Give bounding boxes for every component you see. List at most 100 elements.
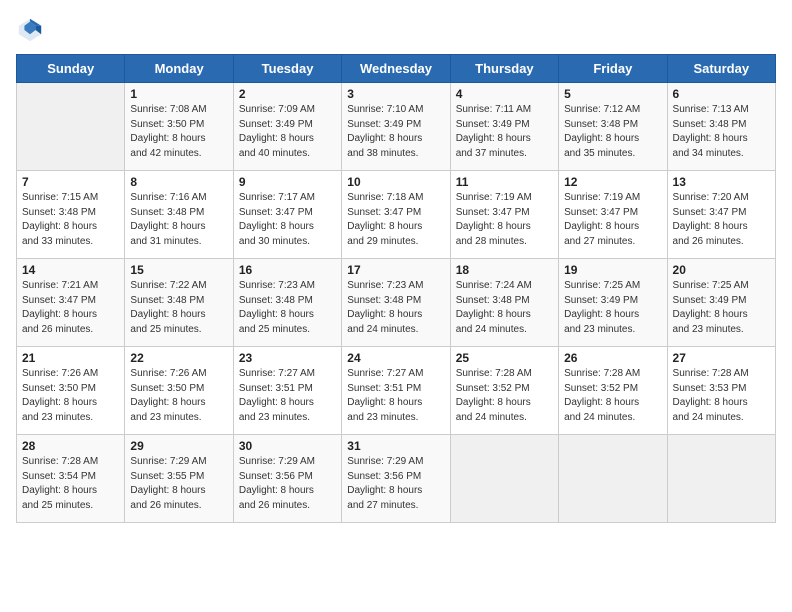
cell-content: Sunrise: 7:23 AM Sunset: 3:48 PM Dayligh… (239, 279, 336, 337)
calendar-cell: 15 Sunrise: 7:22 AM Sunset: 3:48 PM Dayli… (125, 259, 233, 347)
day-number: 15 (130, 263, 227, 277)
cell-content: Sunrise: 7:28 AM Sunset: 3:52 PM Dayligh… (456, 367, 553, 425)
day-number: 4 (456, 87, 553, 101)
day-number: 5 (564, 87, 661, 101)
cell-content: Sunrise: 7:16 AM Sunset: 3:48 PM Dayligh… (130, 191, 227, 249)
day-number: 8 (130, 175, 227, 189)
day-number: 14 (22, 263, 119, 277)
weekday-header-wednesday: Wednesday (342, 55, 450, 83)
cell-content: Sunrise: 7:15 AM Sunset: 3:48 PM Dayligh… (22, 191, 119, 249)
day-number: 3 (347, 87, 444, 101)
day-number: 9 (239, 175, 336, 189)
day-number: 31 (347, 439, 444, 453)
day-number: 30 (239, 439, 336, 453)
day-number: 20 (673, 263, 770, 277)
day-number: 28 (22, 439, 119, 453)
day-number: 21 (22, 351, 119, 365)
calendar-cell (17, 83, 125, 171)
calendar-cell: 9 Sunrise: 7:17 AM Sunset: 3:47 PM Daylig… (233, 171, 341, 259)
page-header (16, 16, 776, 44)
cell-content: Sunrise: 7:26 AM Sunset: 3:50 PM Dayligh… (22, 367, 119, 425)
day-number: 27 (673, 351, 770, 365)
cell-content: Sunrise: 7:11 AM Sunset: 3:49 PM Dayligh… (456, 103, 553, 161)
calendar-cell: 4 Sunrise: 7:11 AM Sunset: 3:49 PM Daylig… (450, 83, 558, 171)
day-number: 10 (347, 175, 444, 189)
calendar-cell (450, 435, 558, 523)
calendar-cell: 23 Sunrise: 7:27 AM Sunset: 3:51 PM Dayli… (233, 347, 341, 435)
day-number: 13 (673, 175, 770, 189)
calendar-cell: 30 Sunrise: 7:29 AM Sunset: 3:56 PM Dayli… (233, 435, 341, 523)
day-number: 7 (22, 175, 119, 189)
day-number: 25 (456, 351, 553, 365)
weekday-header-saturday: Saturday (667, 55, 775, 83)
day-number: 1 (130, 87, 227, 101)
weekday-header-tuesday: Tuesday (233, 55, 341, 83)
calendar-cell: 13 Sunrise: 7:20 AM Sunset: 3:47 PM Dayli… (667, 171, 775, 259)
cell-content: Sunrise: 7:19 AM Sunset: 3:47 PM Dayligh… (456, 191, 553, 249)
calendar-cell: 6 Sunrise: 7:13 AM Sunset: 3:48 PM Daylig… (667, 83, 775, 171)
cell-content: Sunrise: 7:22 AM Sunset: 3:48 PM Dayligh… (130, 279, 227, 337)
calendar-cell (559, 435, 667, 523)
calendar-cell: 1 Sunrise: 7:08 AM Sunset: 3:50 PM Daylig… (125, 83, 233, 171)
cell-content: Sunrise: 7:18 AM Sunset: 3:47 PM Dayligh… (347, 191, 444, 249)
day-number: 18 (456, 263, 553, 277)
calendar-cell: 19 Sunrise: 7:25 AM Sunset: 3:49 PM Dayli… (559, 259, 667, 347)
calendar-cell: 28 Sunrise: 7:28 AM Sunset: 3:54 PM Dayli… (17, 435, 125, 523)
cell-content: Sunrise: 7:28 AM Sunset: 3:52 PM Dayligh… (564, 367, 661, 425)
cell-content: Sunrise: 7:28 AM Sunset: 3:54 PM Dayligh… (22, 455, 119, 513)
cell-content: Sunrise: 7:27 AM Sunset: 3:51 PM Dayligh… (347, 367, 444, 425)
cell-content: Sunrise: 7:20 AM Sunset: 3:47 PM Dayligh… (673, 191, 770, 249)
day-number: 16 (239, 263, 336, 277)
cell-content: Sunrise: 7:26 AM Sunset: 3:50 PM Dayligh… (130, 367, 227, 425)
calendar-cell: 10 Sunrise: 7:18 AM Sunset: 3:47 PM Dayli… (342, 171, 450, 259)
calendar-table: SundayMondayTuesdayWednesdayThursdayFrid… (16, 54, 776, 523)
logo-icon (16, 16, 44, 44)
cell-content: Sunrise: 7:29 AM Sunset: 3:56 PM Dayligh… (347, 455, 444, 513)
calendar-cell: 11Sunrise: 7:19 AM Sunset: 3:47 PM Dayli… (450, 171, 558, 259)
day-number: 26 (564, 351, 661, 365)
calendar-cell: 20Sunrise: 7:25 AM Sunset: 3:49 PM Dayli… (667, 259, 775, 347)
cell-content: Sunrise: 7:29 AM Sunset: 3:55 PM Dayligh… (130, 455, 227, 513)
calendar-cell: 31 Sunrise: 7:29 AM Sunset: 3:56 PM Dayli… (342, 435, 450, 523)
cell-content: Sunrise: 7:29 AM Sunset: 3:56 PM Dayligh… (239, 455, 336, 513)
day-number: 17 (347, 263, 444, 277)
weekday-header-monday: Monday (125, 55, 233, 83)
cell-content: Sunrise: 7:08 AM Sunset: 3:50 PM Dayligh… (130, 103, 227, 161)
cell-content: Sunrise: 7:19 AM Sunset: 3:47 PM Dayligh… (564, 191, 661, 249)
logo (16, 16, 48, 44)
cell-content: Sunrise: 7:13 AM Sunset: 3:48 PM Dayligh… (673, 103, 770, 161)
cell-content: Sunrise: 7:25 AM Sunset: 3:49 PM Dayligh… (564, 279, 661, 337)
calendar-cell: 3Sunrise: 7:10 AM Sunset: 3:49 PM Daylig… (342, 83, 450, 171)
day-number: 19 (564, 263, 661, 277)
calendar-cell: 2 Sunrise: 7:09 AM Sunset: 3:49 PM Daylig… (233, 83, 341, 171)
day-number: 22 (130, 351, 227, 365)
calendar-cell (667, 435, 775, 523)
cell-content: Sunrise: 7:09 AM Sunset: 3:49 PM Dayligh… (239, 103, 336, 161)
day-number: 6 (673, 87, 770, 101)
calendar-cell: 17 Sunrise: 7:23 AM Sunset: 3:48 PM Dayli… (342, 259, 450, 347)
calendar-cell: 21 Sunrise: 7:26 AM Sunset: 3:50 PM Dayli… (17, 347, 125, 435)
weekday-header-friday: Friday (559, 55, 667, 83)
calendar-cell: 12 Sunrise: 7:19 AM Sunset: 3:47 PM Dayli… (559, 171, 667, 259)
day-number: 2 (239, 87, 336, 101)
cell-content: Sunrise: 7:21 AM Sunset: 3:47 PM Dayligh… (22, 279, 119, 337)
cell-content: Sunrise: 7:27 AM Sunset: 3:51 PM Dayligh… (239, 367, 336, 425)
calendar-cell: 27 Sunrise: 7:28 AM Sunset: 3:53 PM Dayli… (667, 347, 775, 435)
day-number: 12 (564, 175, 661, 189)
calendar-cell: 5 Sunrise: 7:12 AM Sunset: 3:48 PM Daylig… (559, 83, 667, 171)
calendar-cell: 7 Sunrise: 7:15 AM Sunset: 3:48 PM Daylig… (17, 171, 125, 259)
cell-content: Sunrise: 7:23 AM Sunset: 3:48 PM Dayligh… (347, 279, 444, 337)
cell-content: Sunrise: 7:12 AM Sunset: 3:48 PM Dayligh… (564, 103, 661, 161)
day-number: 23 (239, 351, 336, 365)
cell-content: Sunrise: 7:24 AM Sunset: 3:48 PM Dayligh… (456, 279, 553, 337)
calendar-cell: 22 Sunrise: 7:26 AM Sunset: 3:50 PM Dayli… (125, 347, 233, 435)
calendar-cell: 16 Sunrise: 7:23 AM Sunset: 3:48 PM Dayli… (233, 259, 341, 347)
calendar-cell: 29Sunrise: 7:29 AM Sunset: 3:55 PM Dayli… (125, 435, 233, 523)
cell-content: Sunrise: 7:28 AM Sunset: 3:53 PM Dayligh… (673, 367, 770, 425)
day-number: 24 (347, 351, 444, 365)
calendar-cell: 24 Sunrise: 7:27 AM Sunset: 3:51 PM Dayli… (342, 347, 450, 435)
calendar-cell: 14 Sunrise: 7:21 AM Sunset: 3:47 PM Dayli… (17, 259, 125, 347)
cell-content: Sunrise: 7:17 AM Sunset: 3:47 PM Dayligh… (239, 191, 336, 249)
weekday-header-thursday: Thursday (450, 55, 558, 83)
calendar-cell: 25 Sunrise: 7:28 AM Sunset: 3:52 PM Dayli… (450, 347, 558, 435)
